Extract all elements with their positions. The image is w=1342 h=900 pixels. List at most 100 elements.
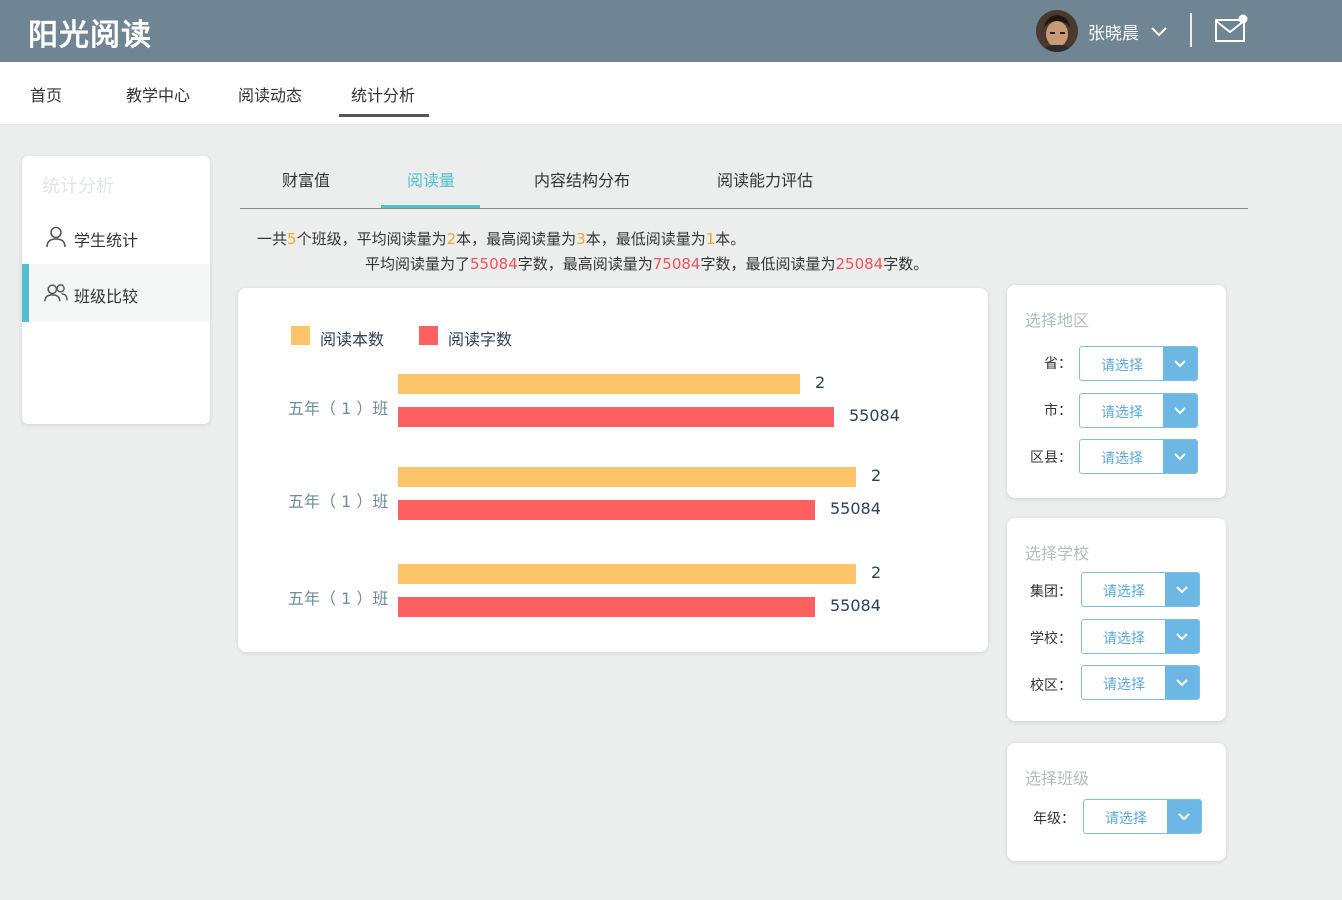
- category-label: 五年（ 1 ）班: [288, 492, 389, 511]
- tab-content-structure[interactable]: 内容结构分布: [534, 167, 630, 191]
- sidebar-active-bar: [22, 264, 29, 322]
- filter-title-class: 选择班级: [1025, 769, 1090, 788]
- select-value: 请选择: [1103, 677, 1145, 693]
- dropdown-button[interactable]: [1163, 394, 1197, 427]
- summary-text: 本。: [715, 230, 746, 248]
- summary-text: 个班级，平均阅读量为: [296, 230, 447, 248]
- max-books: 3: [576, 230, 586, 248]
- select-value: 请选择: [1101, 405, 1143, 421]
- bar-books[interactable]: [398, 467, 856, 487]
- campus-label: 校区：: [1030, 678, 1072, 694]
- chevron-down-icon: [1176, 679, 1188, 687]
- min-books: 1: [705, 230, 716, 248]
- summary-line-books: 一共5个班级，平均阅读量为2本，最高阅读量为3本，最低阅读量为1本。: [257, 228, 745, 249]
- filter-card-region: 选择地区 省： 请选择 市： 请选择 区县： 请选择: [1007, 285, 1226, 498]
- legend-label-books: 阅读本数: [320, 330, 385, 349]
- nav-statistics[interactable]: 统计分析: [351, 82, 415, 106]
- district-select[interactable]: 请选择: [1079, 439, 1198, 474]
- summary-text: 本，最低阅读量为: [585, 230, 706, 248]
- district-label: 区县：: [1030, 450, 1072, 466]
- bar-books[interactable]: [398, 564, 856, 584]
- main-nav: 首页 教学中心 阅读动态 统计分析: [0, 62, 1342, 125]
- group-select[interactable]: 请选择: [1081, 572, 1200, 607]
- tab-wealth[interactable]: 财富值: [282, 167, 330, 191]
- select-value: 请选择: [1101, 358, 1143, 374]
- filter-card-class: 选择班级 年级： 请选择: [1007, 743, 1226, 861]
- summary-text: 平均阅读量为了: [365, 255, 471, 273]
- select-value: 请选择: [1103, 631, 1145, 647]
- value-label: 2: [871, 563, 882, 582]
- dropdown-button[interactable]: [1165, 666, 1199, 699]
- users-icon: [44, 284, 68, 302]
- campus-select[interactable]: 请选择: [1081, 665, 1200, 700]
- city-label: 市：: [1044, 403, 1072, 419]
- grade-select[interactable]: 请选择: [1083, 799, 1202, 834]
- school-select[interactable]: 请选择: [1081, 619, 1200, 654]
- nav-active-indicator: [339, 114, 429, 117]
- bar-words[interactable]: [398, 407, 834, 427]
- max-words: 75084: [652, 255, 701, 273]
- chart-card: 阅读本数 阅读字数 五年（ 1 ）班 2 55084 五年（ 1 ）班 2 55084 五年…: [238, 288, 988, 652]
- school-label: 学校：: [1030, 631, 1072, 647]
- legend-swatch-words: [419, 326, 438, 345]
- nav-reading-news[interactable]: 阅读动态: [238, 82, 302, 106]
- chevron-down-icon: [1176, 586, 1188, 594]
- bar-words[interactable]: [398, 500, 815, 520]
- avg-words: 55084: [470, 255, 518, 273]
- chevron-down-icon: [1174, 407, 1186, 415]
- class-count: 5: [287, 230, 297, 248]
- chevron-down-icon: [1176, 633, 1188, 641]
- province-select[interactable]: 请选择: [1079, 346, 1198, 381]
- summary-line-words: 平均阅读量为了55084字数，最高阅读量为75084字数，最低阅读量为25084…: [365, 253, 928, 274]
- nav-teaching-center[interactable]: 教学中心: [126, 82, 190, 106]
- summary-text: 本，最高阅读量为: [456, 230, 577, 248]
- value-label: 2: [871, 466, 882, 485]
- value-label: 55084: [830, 499, 881, 518]
- summary-text: 字数，最高阅读量为: [517, 255, 653, 273]
- tab-bar: 财富值 阅读量 内容结构分布 阅读能力评估: [240, 160, 1248, 209]
- grade-label: 年级：: [1033, 811, 1075, 827]
- dropdown-button[interactable]: [1163, 440, 1197, 473]
- dropdown-button[interactable]: [1163, 347, 1197, 380]
- category-label: 五年（ 1 ）班: [288, 399, 389, 418]
- tab-reading-volume[interactable]: 阅读量: [407, 167, 455, 191]
- filter-title-school: 选择学校: [1025, 544, 1090, 563]
- value-label: 55084: [849, 406, 900, 425]
- filter-title-region: 选择地区: [1025, 311, 1090, 330]
- legend-label-words: 阅读字数: [448, 330, 513, 349]
- chevron-down-icon: [1174, 453, 1186, 461]
- chevron-down-icon: [1174, 360, 1186, 368]
- category-label: 五年（ 1 ）班: [288, 589, 389, 608]
- filter-card-school: 选择学校 集团： 请选择 学校： 请选择 校区： 请选择: [1007, 518, 1226, 721]
- chevron-down-icon: [1178, 813, 1190, 821]
- user-icon: [46, 226, 66, 248]
- select-value: 请选择: [1105, 811, 1147, 827]
- username[interactable]: 张晓晨: [1088, 19, 1139, 44]
- summary-text: 一共: [257, 230, 288, 248]
- avatar[interactable]: [1036, 10, 1078, 52]
- logo[interactable]: 阳光阅读: [28, 10, 152, 54]
- sidebar-item-label: 班级比较: [74, 287, 139, 306]
- sidebar-item-student-stats[interactable]: 学生统计: [22, 208, 210, 266]
- city-select[interactable]: 请选择: [1079, 393, 1198, 428]
- mail-icon[interactable]: [1214, 14, 1248, 44]
- legend-swatch-books: [291, 326, 310, 345]
- dropdown-button[interactable]: [1165, 620, 1199, 653]
- chevron-down-icon[interactable]: [1150, 22, 1168, 40]
- select-value: 请选择: [1101, 451, 1143, 467]
- tab-active-indicator: [381, 205, 480, 208]
- tab-reading-ability[interactable]: 阅读能力评估: [717, 167, 813, 191]
- dropdown-button[interactable]: [1165, 573, 1199, 606]
- bar-books[interactable]: [398, 374, 800, 394]
- dropdown-button[interactable]: [1167, 800, 1201, 833]
- sidebar-item-class-compare[interactable]: 班级比较: [22, 264, 210, 322]
- sidebar-title: 统计分析: [42, 176, 114, 197]
- value-label: 55084: [830, 596, 881, 615]
- nav-home[interactable]: 首页: [30, 82, 62, 106]
- summary-text: 字数，最低阅读量为: [700, 255, 836, 273]
- select-value: 请选择: [1103, 584, 1145, 600]
- sidebar: 统计分析 学生统计 班级比较: [22, 156, 210, 424]
- bar-words[interactable]: [398, 597, 815, 617]
- min-words: 25084: [835, 255, 884, 273]
- group-label: 集团：: [1030, 584, 1072, 600]
